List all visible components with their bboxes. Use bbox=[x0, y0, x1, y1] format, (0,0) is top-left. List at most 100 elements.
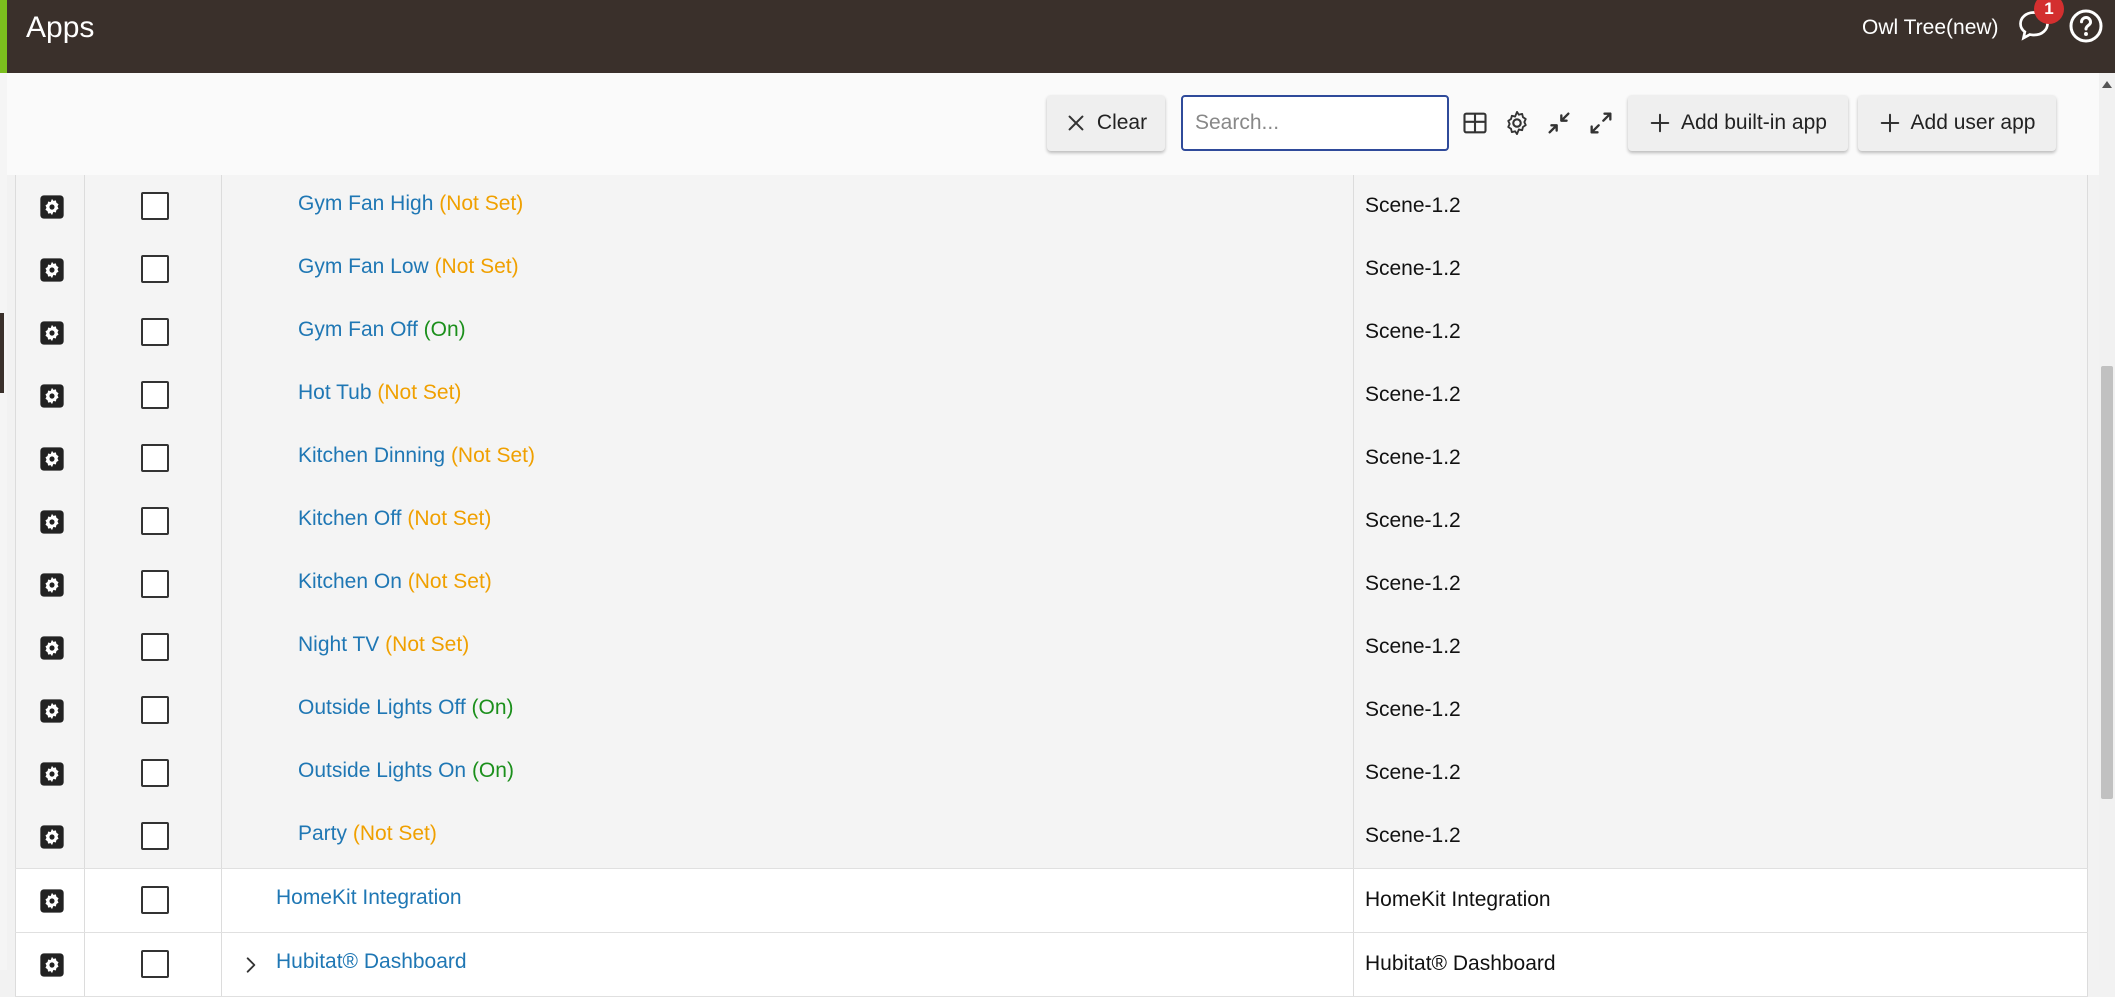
app-name-cell: Outside Lights Off (On) bbox=[298, 696, 514, 720]
row-select-checkbox[interactable] bbox=[141, 507, 169, 535]
app-status: (Not Set) bbox=[439, 192, 524, 215]
row-select-checkbox[interactable] bbox=[141, 759, 169, 787]
row-select-checkbox[interactable] bbox=[141, 696, 169, 724]
app-settings-gear-icon[interactable] bbox=[38, 193, 66, 221]
column-divider bbox=[2087, 364, 2088, 427]
row-select-checkbox[interactable] bbox=[141, 822, 169, 850]
app-status: (Not Set) bbox=[450, 444, 535, 467]
app-settings-gear-icon[interactable] bbox=[38, 951, 66, 979]
add-user-app-label: Add user app bbox=[1910, 111, 2036, 134]
app-name-link[interactable]: Kitchen Off bbox=[298, 507, 402, 530]
column-divider bbox=[84, 490, 85, 553]
app-status: (On) bbox=[471, 696, 514, 719]
table-row: Outside Lights Off (On) Scene-1.2 bbox=[15, 679, 2088, 742]
scroll-up-arrow-icon[interactable] bbox=[2102, 81, 2112, 88]
column-divider bbox=[221, 553, 222, 616]
app-settings-gear-icon[interactable] bbox=[38, 697, 66, 725]
app-name-link[interactable]: Outside Lights Off bbox=[298, 696, 466, 719]
app-name-link[interactable]: Kitchen On bbox=[298, 570, 402, 593]
app-settings-gear-icon[interactable] bbox=[38, 382, 66, 410]
clear-button[interactable]: Clear bbox=[1047, 95, 1165, 151]
hub-name[interactable]: Owl Tree(new) bbox=[1862, 16, 1999, 40]
sidebar-handle[interactable] bbox=[0, 313, 4, 393]
column-divider bbox=[15, 616, 16, 679]
add-user-app-button[interactable]: Add user app bbox=[1858, 95, 2056, 151]
table-view-icon[interactable] bbox=[1461, 109, 1489, 137]
app-name-link[interactable]: Kitchen Dinning bbox=[298, 444, 445, 467]
row-select-checkbox[interactable] bbox=[141, 255, 169, 283]
left-edge bbox=[0, 73, 7, 970]
app-name-cell: Gym Fan Low (Not Set) bbox=[298, 255, 519, 279]
column-divider bbox=[15, 933, 16, 996]
app-type: Scene-1.2 bbox=[1365, 194, 1461, 217]
app-status: (Not Set) bbox=[434, 255, 519, 278]
column-divider bbox=[221, 238, 222, 301]
app-settings-gear-icon[interactable] bbox=[38, 445, 66, 473]
table-row: Kitchen Off (Not Set) Scene-1.2 bbox=[15, 490, 2088, 553]
app-name-cell: Night TV (Not Set) bbox=[298, 633, 469, 657]
column-divider bbox=[84, 742, 85, 805]
chevron-right-icon[interactable] bbox=[241, 955, 261, 975]
table-row: Outside Lights On (On) Scene-1.2 bbox=[15, 742, 2088, 805]
app-status: (Not Set) bbox=[377, 381, 462, 404]
column-divider bbox=[221, 616, 222, 679]
column-divider bbox=[2087, 301, 2088, 364]
app-name-link[interactable]: HomeKit Integration bbox=[276, 886, 462, 909]
app-name-link[interactable]: Hot Tub bbox=[298, 381, 372, 404]
app-name-link[interactable]: Gym Fan High bbox=[298, 192, 433, 215]
column-divider bbox=[15, 427, 16, 490]
help-icon[interactable] bbox=[2068, 8, 2104, 44]
app-settings-gear-icon[interactable] bbox=[38, 571, 66, 599]
column-divider bbox=[221, 364, 222, 427]
column-divider bbox=[15, 175, 16, 238]
app-type: Scene-1.2 bbox=[1365, 635, 1461, 658]
row-select-checkbox[interactable] bbox=[141, 318, 169, 346]
row-select-checkbox[interactable] bbox=[141, 444, 169, 472]
row-select-checkbox[interactable] bbox=[141, 381, 169, 409]
app-type: Scene-1.2 bbox=[1365, 698, 1461, 721]
column-divider bbox=[2087, 933, 2088, 996]
row-select-checkbox[interactable] bbox=[141, 886, 169, 914]
column-divider bbox=[15, 869, 16, 932]
column-divider bbox=[84, 553, 85, 616]
vertical-scrollbar[interactable] bbox=[2099, 73, 2115, 970]
row-select-checkbox[interactable] bbox=[141, 950, 169, 978]
app-type: Scene-1.2 bbox=[1365, 383, 1461, 406]
app-settings-gear-icon[interactable] bbox=[38, 823, 66, 851]
app-settings-gear-icon[interactable] bbox=[38, 319, 66, 347]
app-settings-gear-icon[interactable] bbox=[38, 887, 66, 915]
row-select-checkbox[interactable] bbox=[141, 192, 169, 220]
app-type: Hubitat® Dashboard bbox=[1365, 952, 1556, 975]
column-divider bbox=[15, 364, 16, 427]
collapse-all-icon[interactable] bbox=[1545, 109, 1573, 137]
app-settings-gear-icon[interactable] bbox=[38, 256, 66, 284]
expand-all-icon[interactable] bbox=[1587, 109, 1615, 137]
search-input[interactable] bbox=[1181, 95, 1449, 151]
scrollbar-thumb[interactable] bbox=[2101, 366, 2113, 799]
app-type: Scene-1.2 bbox=[1365, 446, 1461, 469]
apps-table: Gym Fan High (Not Set) Scene-1.2 Gym Fan L… bbox=[15, 175, 2088, 997]
column-divider bbox=[84, 175, 85, 238]
settings-gear-icon[interactable] bbox=[1503, 109, 1531, 137]
app-settings-gear-icon[interactable] bbox=[38, 760, 66, 788]
app-type: Scene-1.2 bbox=[1365, 509, 1461, 532]
app-name-link[interactable]: Night TV bbox=[298, 633, 379, 656]
table-row: Hot Tub (Not Set) Scene-1.2 bbox=[15, 364, 2088, 427]
app-type: Scene-1.2 bbox=[1365, 572, 1461, 595]
column-divider bbox=[1353, 616, 1354, 679]
row-select-checkbox[interactable] bbox=[141, 633, 169, 661]
add-built-in-app-button[interactable]: Add built-in app bbox=[1628, 95, 1848, 151]
app-settings-gear-icon[interactable] bbox=[38, 508, 66, 536]
app-name-link[interactable]: Gym Fan Off bbox=[298, 318, 418, 341]
column-divider bbox=[1353, 175, 1354, 238]
app-name-link[interactable]: Outside Lights On bbox=[298, 759, 466, 782]
table-row: Gym Fan Off (On) Scene-1.2 bbox=[15, 301, 2088, 364]
app-name-link[interactable]: Gym Fan Low bbox=[298, 255, 429, 278]
app-name-link[interactable]: Party bbox=[298, 822, 347, 845]
app-settings-gear-icon[interactable] bbox=[38, 634, 66, 662]
app-name-cell: Party (Not Set) bbox=[298, 822, 437, 846]
row-select-checkbox[interactable] bbox=[141, 570, 169, 598]
column-divider bbox=[1353, 805, 1354, 868]
column-divider bbox=[1353, 742, 1354, 805]
plus-icon bbox=[1650, 113, 1670, 133]
